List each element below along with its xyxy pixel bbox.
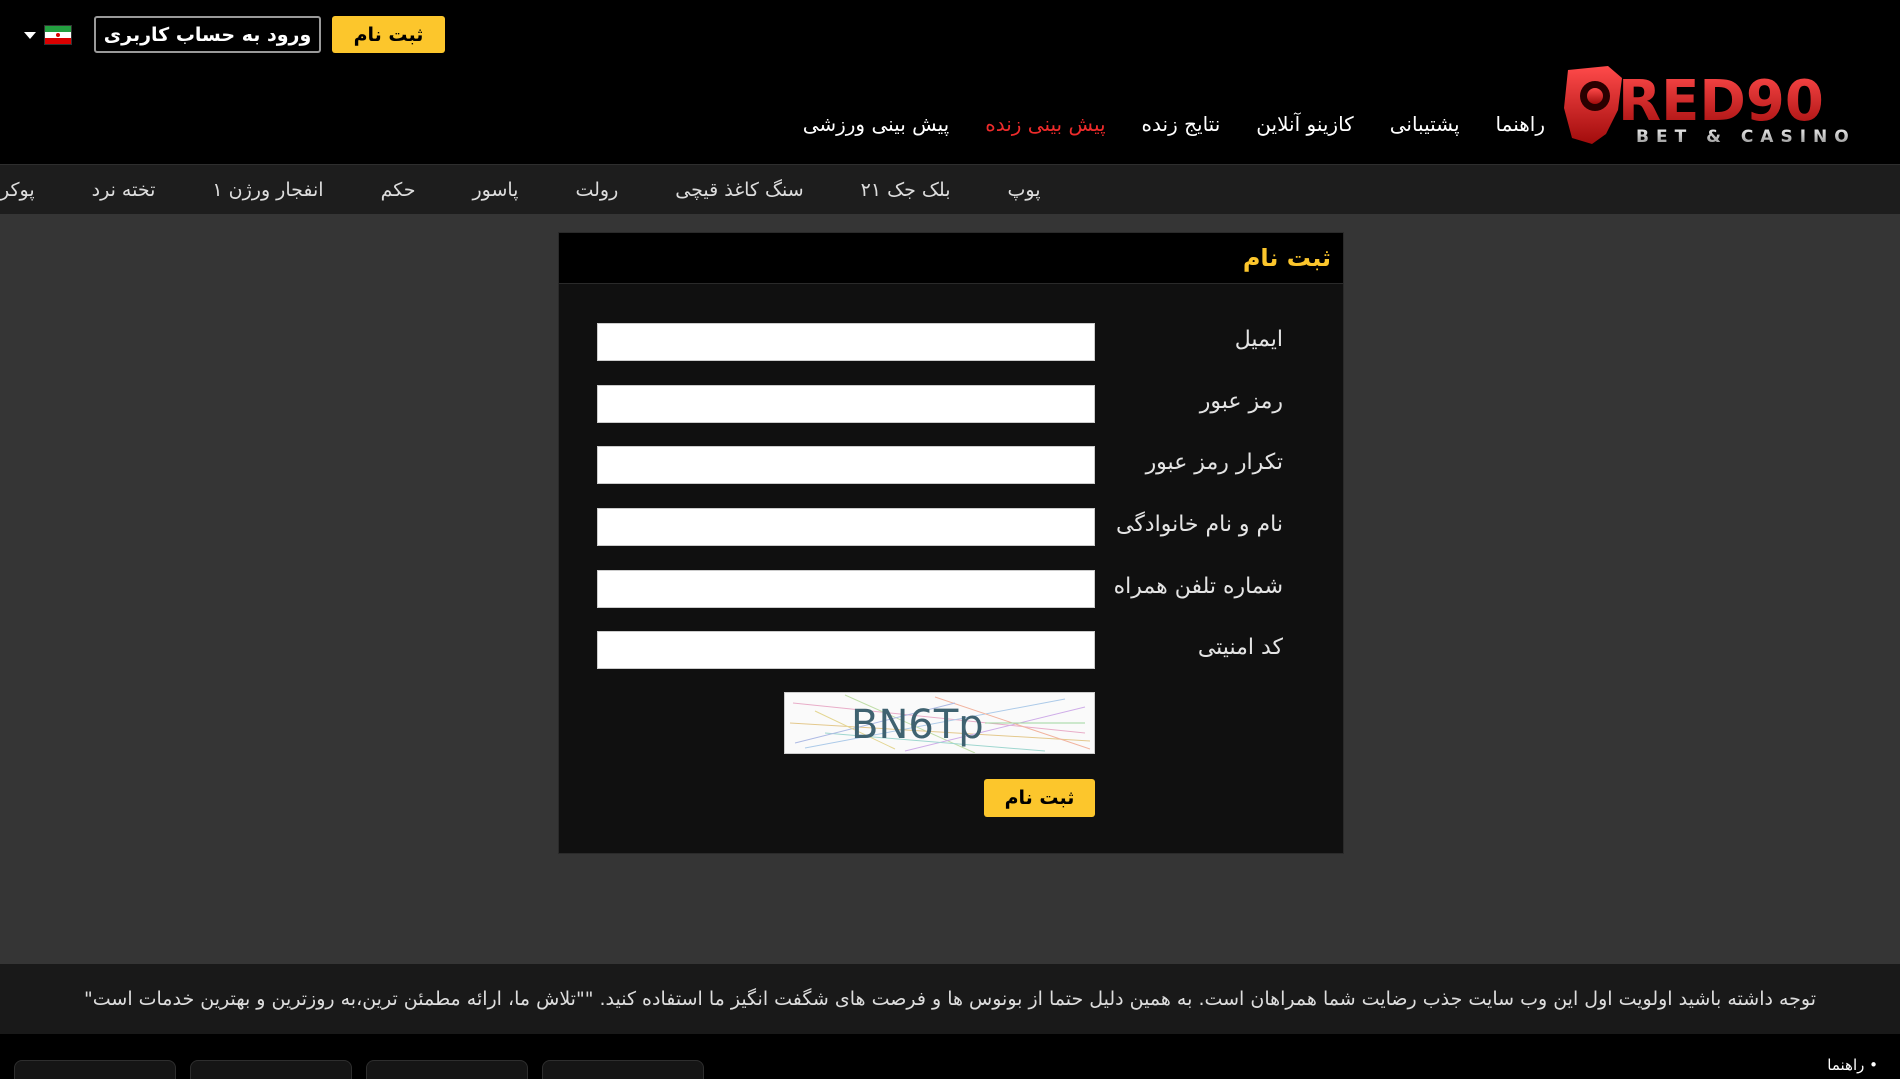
logo-tagline: BET & CASINO: [1636, 127, 1856, 146]
register-button[interactable]: ثبت نام: [332, 16, 445, 53]
games-nav: پوکر تخته نرد انفجار ورژن ۱ حکم پاسور رولت سنگ…: [0, 164, 1900, 214]
logo[interactable]: RED90 BET & CASINO: [1562, 64, 1878, 146]
phone-label: شماره تلفن همراه: [1113, 574, 1283, 599]
bottom-tab[interactable]: [190, 1060, 352, 1079]
nav-item-0[interactable]: پیش بینی ورزشی: [803, 112, 950, 144]
register-form: ثبت نام ایمیل رمز عبور تکرار رمز عبور نا…: [558, 232, 1344, 854]
games-nav-item-0[interactable]: پوکر: [0, 179, 35, 201]
chevron-down-icon: [24, 31, 36, 39]
password-field[interactable]: [597, 385, 1095, 423]
security-code-label: کد امنیتی: [1197, 635, 1283, 660]
captcha-image: BN6Tp: [784, 692, 1095, 754]
fullname-row: نام و نام خانوادگی: [559, 508, 1345, 548]
fullname-field[interactable]: [597, 508, 1095, 546]
nav-item-4[interactable]: پشتیبانی: [1390, 112, 1460, 144]
password-row: رمز عبور: [559, 385, 1345, 425]
phone-row: شماره تلفن همراه: [559, 570, 1345, 610]
email-field[interactable]: [597, 323, 1095, 361]
login-button[interactable]: ورود به حساب کاربری: [94, 16, 321, 53]
footer-notice: توجه داشته باشید اولویت اول این وب سایت …: [0, 964, 1900, 1034]
bottom-tab[interactable]: [14, 1060, 176, 1079]
form-header: ثبت نام: [559, 233, 1343, 284]
fullname-label: نام و نام خانوادگی: [1115, 512, 1283, 537]
games-nav-item-4[interactable]: پاسور: [472, 179, 518, 201]
nav-item-2[interactable]: نتایج زنده: [1142, 112, 1221, 144]
bottom-tabs: [14, 1060, 704, 1079]
nav-item-5[interactable]: راهنما: [1496, 112, 1545, 144]
guide-link[interactable]: • راهنما: [1827, 1056, 1878, 1074]
nav-item-3[interactable]: کازینو آنلاین: [1256, 112, 1353, 144]
logo-icon: RED90 BET & CASINO: [1564, 66, 1856, 146]
password-repeat-label: تکرار رمز عبور: [1145, 450, 1283, 475]
email-row: ایمیل: [559, 323, 1345, 363]
games-nav-item-7[interactable]: بلک جک ۲۱: [861, 179, 951, 201]
password-repeat-field[interactable]: [597, 446, 1095, 484]
bottom-tab[interactable]: [542, 1060, 704, 1079]
form-title: ثبت نام: [1242, 244, 1331, 272]
submit-button[interactable]: ثبت نام: [984, 779, 1095, 817]
games-nav-item-8[interactable]: پوپ: [1008, 179, 1041, 201]
logo-wordmark: RED90: [1618, 69, 1824, 134]
iran-flag-icon: [44, 25, 72, 45]
bottom-tab[interactable]: [366, 1060, 528, 1079]
security-code-field[interactable]: [597, 631, 1095, 669]
games-nav-item-5[interactable]: رولت: [575, 179, 618, 201]
password-label: رمز عبور: [1199, 389, 1283, 414]
nav-item-1[interactable]: پیش بینی زنده: [985, 112, 1105, 144]
main-nav: پیش بینی ورزشی پیش بینی زنده نتایج زنده کاز…: [803, 112, 1545, 144]
language-selector[interactable]: [24, 22, 74, 48]
games-nav-item-3[interactable]: حکم: [381, 179, 416, 201]
games-nav-item-2[interactable]: انفجار ورژن ۱: [212, 179, 323, 201]
password-repeat-row: تکرار رمز عبور: [559, 446, 1345, 486]
games-nav-item-1[interactable]: تخته نرد: [92, 179, 156, 201]
bottom-bar: • راهنما: [0, 1034, 1900, 1079]
security-code-row: کد امنیتی: [559, 631, 1345, 671]
captcha-text: BN6Tp: [851, 702, 984, 748]
top-header: ورود به حساب کاربری ثبت نام پیش بینی ورز…: [0, 0, 1900, 164]
games-nav-item-6[interactable]: سنگ کاغذ قیچی: [675, 179, 803, 201]
email-label: ایمیل: [1234, 327, 1283, 352]
phone-field[interactable]: [597, 570, 1095, 608]
